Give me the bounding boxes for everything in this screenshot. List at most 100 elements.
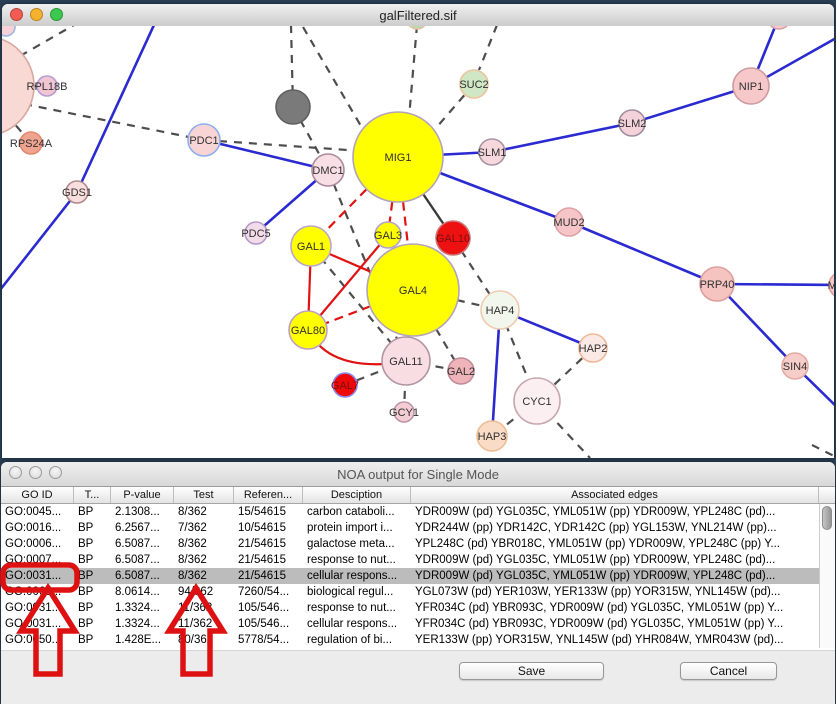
table-row[interactable]: GO:0006...BP6.5087...8/36221/54615galact… <box>1 536 819 552</box>
node-gal2[interactable] <box>448 358 474 384</box>
zoom-button[interactable] <box>50 8 63 21</box>
cell-reference: 21/54615 <box>234 536 303 552</box>
table-row[interactable]: GO:0045...BP2.1308...8/36215/54615carbon… <box>1 504 819 520</box>
column-header-test[interactable]: Test <box>174 487 234 503</box>
column-header-go-id[interactable]: GO ID <box>1 487 74 503</box>
cancel-button[interactable]: Cancel <box>680 662 777 680</box>
graph-edge[interactable] <box>20 26 74 56</box>
cell-assoc: YER133W (pp) YOR315W, YNL145W (pd) YHR08… <box>411 632 819 648</box>
cell-p-value: 6.5087... <box>111 536 174 552</box>
graph-edge[interactable] <box>492 123 632 152</box>
cell-type: BP <box>74 520 111 536</box>
cell-assoc: YFR034C (pd) YBR093C, YDR009W (pd) YGL03… <box>411 600 819 616</box>
noa-results-table: GO IDT...P-valueTestReferen...Desciption… <box>1 487 835 650</box>
node-cyc1[interactable] <box>514 378 560 424</box>
cell-go-id: GO:0045... <box>1 504 74 520</box>
node-unlabeled[interactable] <box>407 26 427 29</box>
cell-go-id: GO:0031... <box>1 616 74 632</box>
node-mig1[interactable] <box>353 112 443 202</box>
node-mud2[interactable] <box>555 208 583 236</box>
node-gal80[interactable] <box>289 311 327 349</box>
table-row[interactable]: GO:0031...BP1.3324...11/362105/546...res… <box>1 600 819 616</box>
node-suc2[interactable] <box>460 70 488 98</box>
node-pdc5[interactable] <box>245 222 267 244</box>
network-canvas[interactable]: RPL18BRPS24AGDS1PDC1MIG1DMC1SUC2SLM1SLM2… <box>2 26 834 458</box>
node-nip1[interactable] <box>733 68 769 104</box>
node-unlabeled[interactable] <box>276 90 310 124</box>
node-rpl18b[interactable] <box>37 76 57 96</box>
noa-output-window: NOA output for Single Mode GO IDT...P-va… <box>1 462 835 704</box>
node-slm1[interactable] <box>479 139 505 165</box>
vertical-scrollbar[interactable] <box>819 504 835 648</box>
zoom-button[interactable] <box>49 466 62 479</box>
node-hap3[interactable] <box>477 421 507 451</box>
column-header-referen[interactable]: Referen... <box>234 487 303 503</box>
node-gal4[interactable] <box>367 244 459 336</box>
cell-go-id: GO:0031... <box>1 568 74 584</box>
cell-p-value: 1.3324... <box>111 616 174 632</box>
save-button[interactable]: Save <box>459 662 604 680</box>
graph-edge[interactable] <box>2 192 77 290</box>
graph-edge[interactable] <box>77 26 154 192</box>
node-slm2[interactable] <box>619 110 645 136</box>
node-gal7[interactable] <box>333 373 357 397</box>
cell-reference: 15/54615 <box>234 504 303 520</box>
cell-test: 8/362 <box>174 552 234 568</box>
cell-reference: 105/546... <box>234 600 303 616</box>
node-unlabeled[interactable] <box>2 36 34 136</box>
cell-assoc: YDR009W (pd) YGL035C, YML051W (pp) YDR00… <box>411 552 819 568</box>
cell-desciption: cellular respons... <box>303 568 411 584</box>
close-button[interactable] <box>10 8 23 21</box>
graph-edge[interactable] <box>303 27 368 138</box>
node-gal11[interactable] <box>382 337 430 385</box>
cell-go-id: GO:0050... <box>1 632 74 648</box>
node-hap4[interactable] <box>481 291 519 329</box>
scrollbar-thumb[interactable] <box>822 506 832 530</box>
close-button[interactable] <box>9 466 22 479</box>
node-hap2[interactable] <box>579 334 607 362</box>
node-prp40[interactable] <box>700 267 734 301</box>
graph-edge[interactable] <box>479 26 497 70</box>
node-gal10[interactable] <box>436 221 470 255</box>
table-row[interactable]: GO:0007...BP6.5087...8/36221/54615respon… <box>1 552 819 568</box>
node-unlabeled[interactable] <box>767 26 791 29</box>
node-sin4[interactable] <box>782 353 808 379</box>
node-unlabeled[interactable] <box>2 26 15 36</box>
cell-reference: 21/54615 <box>234 552 303 568</box>
table-row[interactable]: GO:0031...BP1.3324...11/362105/546...cel… <box>1 616 819 632</box>
node-pdc1[interactable] <box>188 124 220 156</box>
graph-edge[interactable] <box>409 26 417 118</box>
table-row[interactable]: GO:0050...BP1.428E...80/3625778/54...reg… <box>1 632 819 648</box>
noa-window-titlebar[interactable]: NOA output for Single Mode <box>1 462 835 487</box>
cell-desciption: response to nut... <box>303 600 411 616</box>
cell-type: BP <box>74 552 111 568</box>
node-gcy1[interactable] <box>394 402 414 422</box>
cell-desciption: biological regul... <box>303 584 411 600</box>
table-row[interactable]: GO:0016...BP6.2567...7/36210/54615protei… <box>1 520 819 536</box>
node-rps24a[interactable] <box>20 132 42 154</box>
node-msl1[interactable] <box>829 272 834 298</box>
cell-test: 11/362 <box>174 616 234 632</box>
network-window-titlebar[interactable]: galFiltered.sif <box>2 4 834 27</box>
cell-p-value: 6.5087... <box>111 552 174 568</box>
graph-edge[interactable] <box>569 222 717 284</box>
column-header-p-value[interactable]: P-value <box>111 487 174 503</box>
node-gds1[interactable] <box>66 181 88 203</box>
node-dmc1[interactable] <box>312 154 344 186</box>
cell-p-value: 6.5087... <box>111 568 174 584</box>
table-row[interactable]: GO:0065...BP8.0614...94/3627260/54...bio… <box>1 584 819 600</box>
cell-assoc: YGL073W (pd) YER103W, YER133W (pp) YOR31… <box>411 584 819 600</box>
column-header-t[interactable]: T... <box>74 487 111 503</box>
cell-test: 8/362 <box>174 504 234 520</box>
cell-type: BP <box>74 584 111 600</box>
minimize-button[interactable] <box>29 466 42 479</box>
graph-edge[interactable] <box>812 445 834 458</box>
table-row-selected[interactable]: GO:0031...BP6.5087...8/36221/54615cellul… <box>1 568 819 584</box>
column-header-associated-edges[interactable]: Associated edges <box>411 487 819 503</box>
node-gal1[interactable] <box>291 226 331 266</box>
node-gal3[interactable] <box>375 222 401 248</box>
minimize-button[interactable] <box>30 8 43 21</box>
cell-desciption: protein import i... <box>303 520 411 536</box>
column-header-desciption[interactable]: Desciption <box>303 487 411 503</box>
cell-type: BP <box>74 568 111 584</box>
